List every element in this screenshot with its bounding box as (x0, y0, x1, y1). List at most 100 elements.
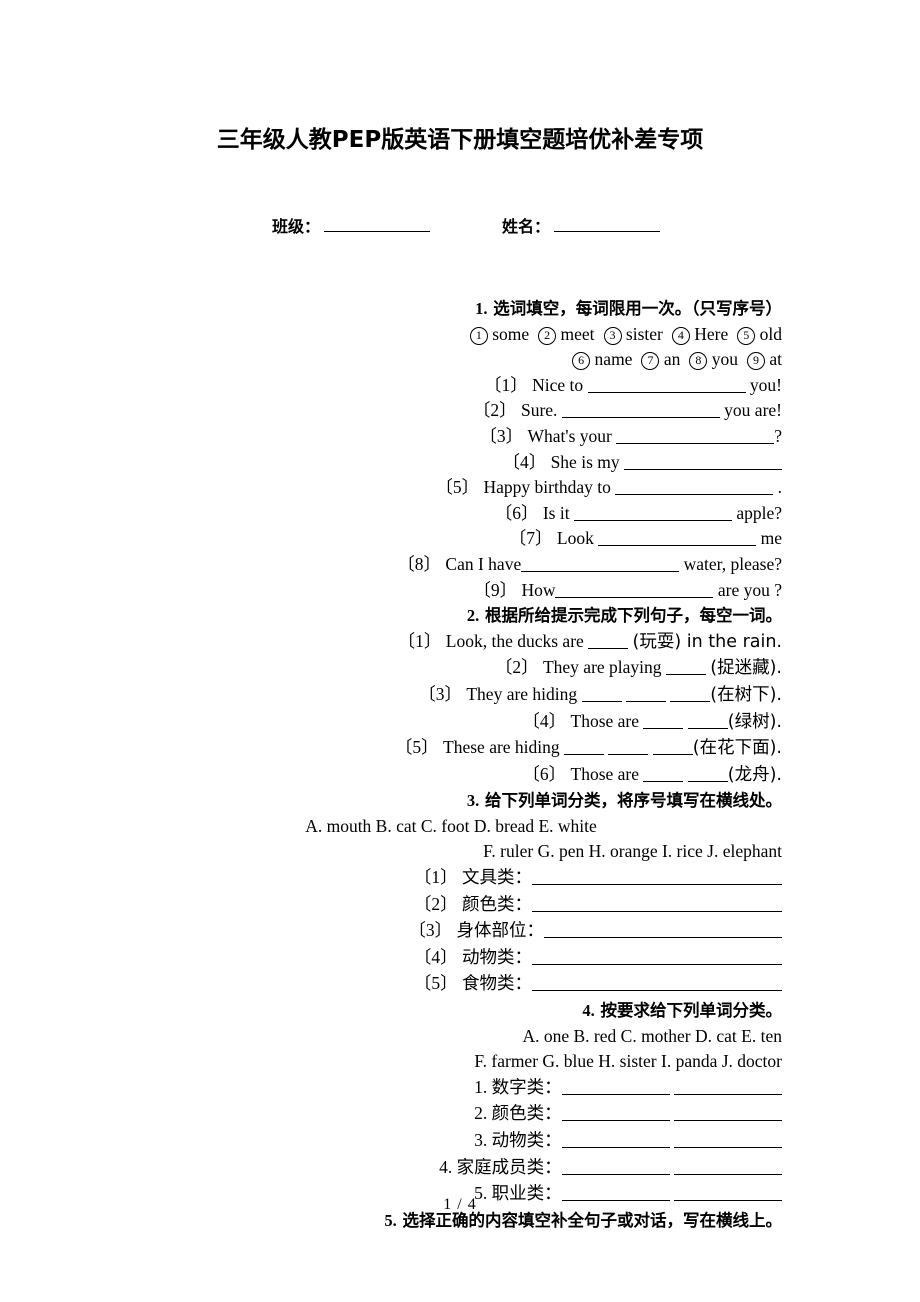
section-2-item: 〔5〕 These are hiding (在花下面). (120, 735, 782, 762)
category-answer-blank[interactable] (532, 867, 782, 886)
item-text-before: Those are (570, 763, 640, 784)
category-label: 数字类： (491, 1077, 562, 1098)
item-text-after: ? (774, 425, 782, 446)
word-bank-number: 6 (572, 352, 591, 371)
answer-blank[interactable] (581, 683, 622, 702)
name-blank-line[interactable] (554, 217, 661, 232)
page-title: 三年级人教PEP版英语下册填空题培优补差专项 (216, 127, 704, 153)
answer-blank[interactable] (665, 657, 706, 676)
item-text-before: She is my (550, 451, 620, 472)
word-bank-number: 4 (671, 326, 690, 345)
section-2-item: 〔2〕 They are playing (捉迷藏). (120, 655, 782, 682)
section-1-item: 〔1〕 Nice to you! (120, 373, 782, 399)
word-bank-word: at (764, 349, 782, 370)
answer-blank[interactable] (573, 502, 732, 521)
word-bank-number: 7 (641, 352, 660, 371)
category-answer-blank[interactable] (532, 973, 782, 992)
item-marker: 〔1〕 (484, 374, 528, 395)
answer-blank[interactable] (687, 763, 728, 782)
item-text-before: These are hiding (443, 737, 560, 758)
category-answer-blank[interactable] (532, 893, 782, 912)
section-4-word-list-line-2: F. farmer G. blue H. sister I. panda J. … (474, 1051, 782, 1072)
answer-blank[interactable] (643, 710, 684, 729)
category-label: 食物类： (462, 974, 532, 995)
item-text-before: Sure. (520, 400, 558, 421)
word-bank-word: name (590, 349, 633, 370)
word-bank-word: you (707, 349, 738, 370)
category-answer-blank[interactable] (674, 1103, 782, 1122)
section-4-category-row: 2. 颜色类： (120, 1101, 782, 1128)
section-3-category-row: 〔2〕 颜色类： (120, 892, 782, 919)
section-1-heading-text: 选词填空，每词限用一次。（只写序号） (493, 299, 782, 318)
answer-blank[interactable] (643, 763, 684, 782)
answer-blank[interactable] (561, 400, 720, 419)
section-1-item: 〔7〕 Look me (120, 526, 782, 552)
section-3-heading: 3. 给下列单词分类，将序号填写在横线处。 (120, 788, 782, 814)
item-text-before: Can I have (445, 553, 522, 574)
category-answer-blank[interactable] (674, 1130, 782, 1148)
answer-blank[interactable] (598, 528, 757, 547)
section-1-word-bank-line-2: 6 name 7 an 8 you 9 at (120, 347, 782, 373)
section-1-item: 〔3〕 What's your ? (120, 424, 782, 450)
answer-blank[interactable] (625, 683, 666, 702)
item-text-before: Those are (570, 710, 640, 731)
category-label: 动物类： (462, 947, 532, 968)
section-3-word-list-line-2: F. ruler G. pen H. orange I. rice J. ele… (483, 841, 782, 862)
answer-blank[interactable] (608, 737, 649, 756)
category-answer-blank[interactable] (561, 1103, 670, 1122)
category-answer-blank[interactable] (561, 1076, 670, 1095)
category-label: 文具类： (462, 868, 532, 889)
section-4-number: 4. (582, 1001, 595, 1021)
section-1-item: 〔5〕 Happy birthday to . (120, 475, 782, 501)
name-field[interactable]: 姓名： (502, 213, 661, 237)
section-3-category-row: 〔3〕 身体部位： (120, 918, 782, 945)
category-answer-blank[interactable] (674, 1076, 782, 1095)
item-marker: 〔7〕 (508, 528, 553, 549)
item-text-before: Look (556, 528, 594, 549)
section-2-item: 〔1〕 Look, the ducks are (玩耍) in the rain… (120, 629, 782, 656)
answer-blank[interactable] (687, 710, 728, 729)
item-text-before: They are playing (542, 657, 662, 678)
item-text-after: . (777, 477, 782, 498)
answer-blank[interactable] (564, 737, 605, 756)
category-answer-blank[interactable] (532, 946, 782, 965)
section-2-item: 〔3〕 They are hiding (在树下). (120, 682, 782, 709)
answer-blank[interactable] (521, 553, 680, 572)
item-text-before: What's your (527, 425, 612, 446)
item-marker: 〔5〕 (435, 477, 480, 498)
class-blank-line[interactable] (324, 217, 431, 232)
category-answer-blank[interactable] (674, 1156, 782, 1175)
section-4-category-row: 3. 动物类： (120, 1128, 782, 1155)
answer-blank[interactable] (616, 425, 775, 444)
answer-blank[interactable] (652, 737, 693, 756)
section-1-item: 〔8〕 Can I have water, please? (120, 552, 782, 578)
section-4-category-row: 4. 家庭成员类： (120, 1155, 782, 1182)
section-3-category-row: 〔4〕 动物类： (120, 945, 782, 972)
answer-blank[interactable] (587, 374, 746, 393)
item-marker: 〔2〕 (472, 400, 517, 421)
category-answer-blank[interactable] (561, 1130, 670, 1148)
class-field[interactable]: 班级： (272, 213, 431, 237)
item-text-before: Nice to (532, 374, 584, 395)
category-marker: 〔3〕 (408, 920, 453, 941)
item-text-after: (玩耍) in the rain. (632, 631, 782, 652)
section-1-item: 〔4〕 She is my (120, 450, 782, 476)
answer-blank[interactable] (588, 630, 629, 649)
item-marker: 〔6〕 (494, 502, 539, 523)
category-label: 颜色类： (462, 894, 532, 915)
category-marker: 1. (474, 1076, 488, 1097)
item-marker: 〔3〕 (479, 425, 524, 446)
section-4-category-row: 1. 数字类： (120, 1075, 782, 1102)
answer-blank[interactable] (615, 477, 774, 496)
word-bank-word: old (755, 323, 782, 344)
category-answer-blank[interactable] (561, 1156, 670, 1175)
answer-blank[interactable] (624, 451, 782, 470)
category-answer-blank[interactable] (544, 920, 782, 939)
section-1-heading: 1. 选词填空，每词限用一次。（只写序号） (120, 296, 782, 322)
category-marker: 〔4〕 (413, 946, 458, 967)
answer-blank[interactable] (555, 579, 714, 598)
item-text-after: you! (749, 374, 782, 395)
item-text-before: They are hiding (466, 683, 578, 704)
answer-blank[interactable] (670, 683, 711, 702)
item-text-after: (在花下面). (692, 738, 782, 759)
